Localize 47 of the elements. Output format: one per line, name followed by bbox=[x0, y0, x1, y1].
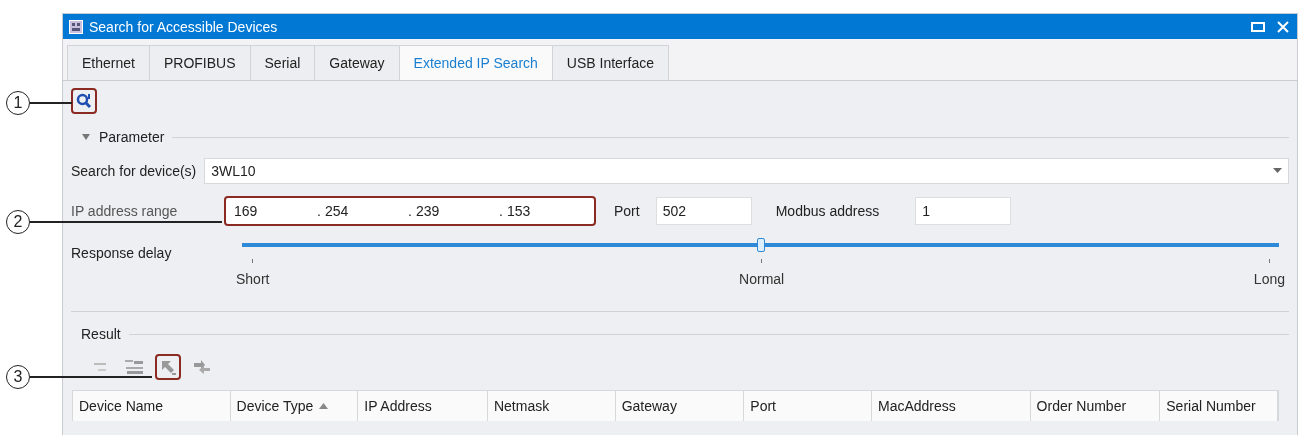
toolbar-button[interactable] bbox=[155, 354, 181, 380]
tick-label: Normal bbox=[739, 271, 785, 287]
list-icon bbox=[124, 358, 144, 376]
tab[interactable]: Serial bbox=[249, 45, 316, 80]
field-label: IP address range bbox=[71, 203, 179, 219]
field-label: Search for device(s) bbox=[71, 163, 197, 179]
callout-number: 2 bbox=[6, 210, 30, 234]
callout-number: 1 bbox=[6, 91, 30, 115]
group-title: Parameter bbox=[99, 129, 165, 145]
field-label: Response delay bbox=[71, 245, 173, 261]
slider-thumb[interactable] bbox=[756, 238, 765, 252]
field-label: Modbus address bbox=[775, 203, 880, 219]
app-icon bbox=[69, 19, 83, 34]
search-icon bbox=[76, 93, 92, 109]
column-header[interactable]: Gateway bbox=[615, 391, 745, 421]
tab[interactable]: USB Interface bbox=[551, 45, 669, 80]
tab[interactable]: Gateway bbox=[314, 45, 400, 80]
column-header[interactable]: Device Type bbox=[230, 391, 359, 421]
tab[interactable]: PROFIBUS bbox=[148, 45, 251, 80]
tick-label: Short bbox=[236, 271, 270, 287]
field-label: Port bbox=[614, 203, 640, 219]
arrows-icon bbox=[193, 359, 211, 375]
maximize-icon[interactable] bbox=[1251, 21, 1265, 32]
collapse-icon bbox=[92, 361, 108, 373]
column-header[interactable]: MacAddress bbox=[872, 391, 1031, 421]
column-header[interactable]: Port bbox=[744, 391, 872, 421]
tab[interactable]: Extended IP Search bbox=[398, 45, 553, 80]
tab[interactable]: Ethernet bbox=[67, 45, 150, 80]
leader-line bbox=[30, 102, 72, 104]
column-header[interactable]: IP Address bbox=[358, 391, 488, 421]
modbus-address-field[interactable]: 1 bbox=[915, 197, 1012, 225]
arrow-icon bbox=[159, 358, 177, 376]
column-header[interactable]: Netmask bbox=[487, 391, 616, 421]
column-header[interactable]: Serial Number bbox=[1160, 391, 1278, 421]
ip-address-field[interactable]: 169 . 254 . 239 . 153 bbox=[224, 196, 596, 226]
port-field[interactable]: 502 bbox=[655, 197, 752, 225]
window-title: Search for Accessible Devices bbox=[89, 18, 279, 35]
group-title: Result bbox=[81, 326, 121, 342]
column-header[interactable]: Order Number bbox=[1030, 391, 1161, 421]
column-header[interactable]: Device Name bbox=[73, 391, 231, 421]
dropdown-caret-icon bbox=[1273, 168, 1282, 174]
search-button[interactable] bbox=[71, 88, 97, 114]
callout-number: 3 bbox=[6, 365, 30, 389]
tick-label: Long bbox=[1253, 271, 1285, 287]
expand-caret-icon[interactable] bbox=[81, 133, 91, 141]
close-icon[interactable] bbox=[1277, 20, 1289, 33]
device-dropdown[interactable]: 3WL10 bbox=[204, 158, 1289, 184]
